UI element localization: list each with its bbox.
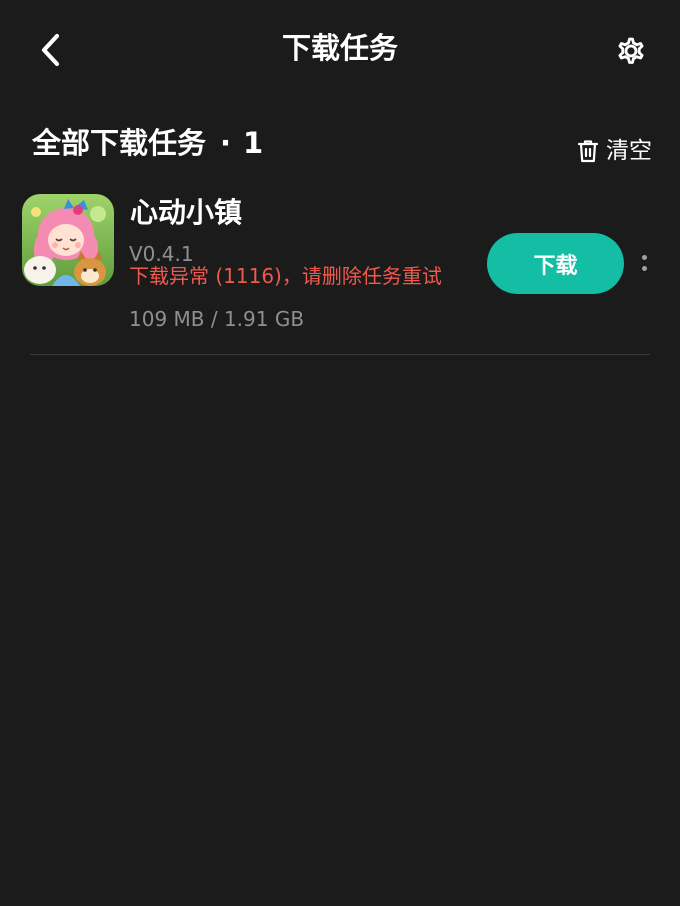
more-dot-icon	[641, 255, 647, 260]
more-dot-icon	[641, 266, 647, 271]
page-title-char: 下载任务	[281, 31, 398, 65]
download-size: 109 MB / 1.91 GB	[129, 307, 305, 331]
gear-icon	[618, 37, 644, 64]
separator-dot: ·	[220, 126, 232, 160]
download-tasks-page: 下载任务 全部下载任务 · 1 清空 心动小镇 V0.4.1 下载异常 (111…	[0, 0, 680, 906]
page-title: 下载任务	[0, 28, 680, 68]
task-count: 1	[243, 126, 264, 160]
app-icon-artwork	[22, 194, 114, 286]
more-options-button[interactable]	[636, 248, 652, 278]
task-item: 心动小镇 V0.4.1 下载异常 (1116)，请删除任务重试 109 MB /…	[22, 190, 650, 354]
clear-label: 清空	[606, 138, 652, 164]
top-bar: 下载任务	[0, 0, 680, 100]
app-name: 心动小镇	[130, 196, 243, 229]
settings-button[interactable]	[612, 32, 650, 70]
section-header: 全部下载任务 · 1 清空	[32, 118, 652, 168]
section-title: 全部下载任务 · 1	[32, 118, 263, 168]
app-icon[interactable]	[22, 194, 114, 286]
download-button[interactable]: 下载	[487, 233, 624, 294]
clear-button[interactable]: 清空	[576, 120, 652, 168]
divider	[30, 354, 650, 355]
section-title-text: 全部下载任务	[32, 126, 207, 160]
error-message: 下载异常 (1116)，请删除任务重试	[129, 264, 442, 288]
trash-icon	[577, 140, 599, 163]
